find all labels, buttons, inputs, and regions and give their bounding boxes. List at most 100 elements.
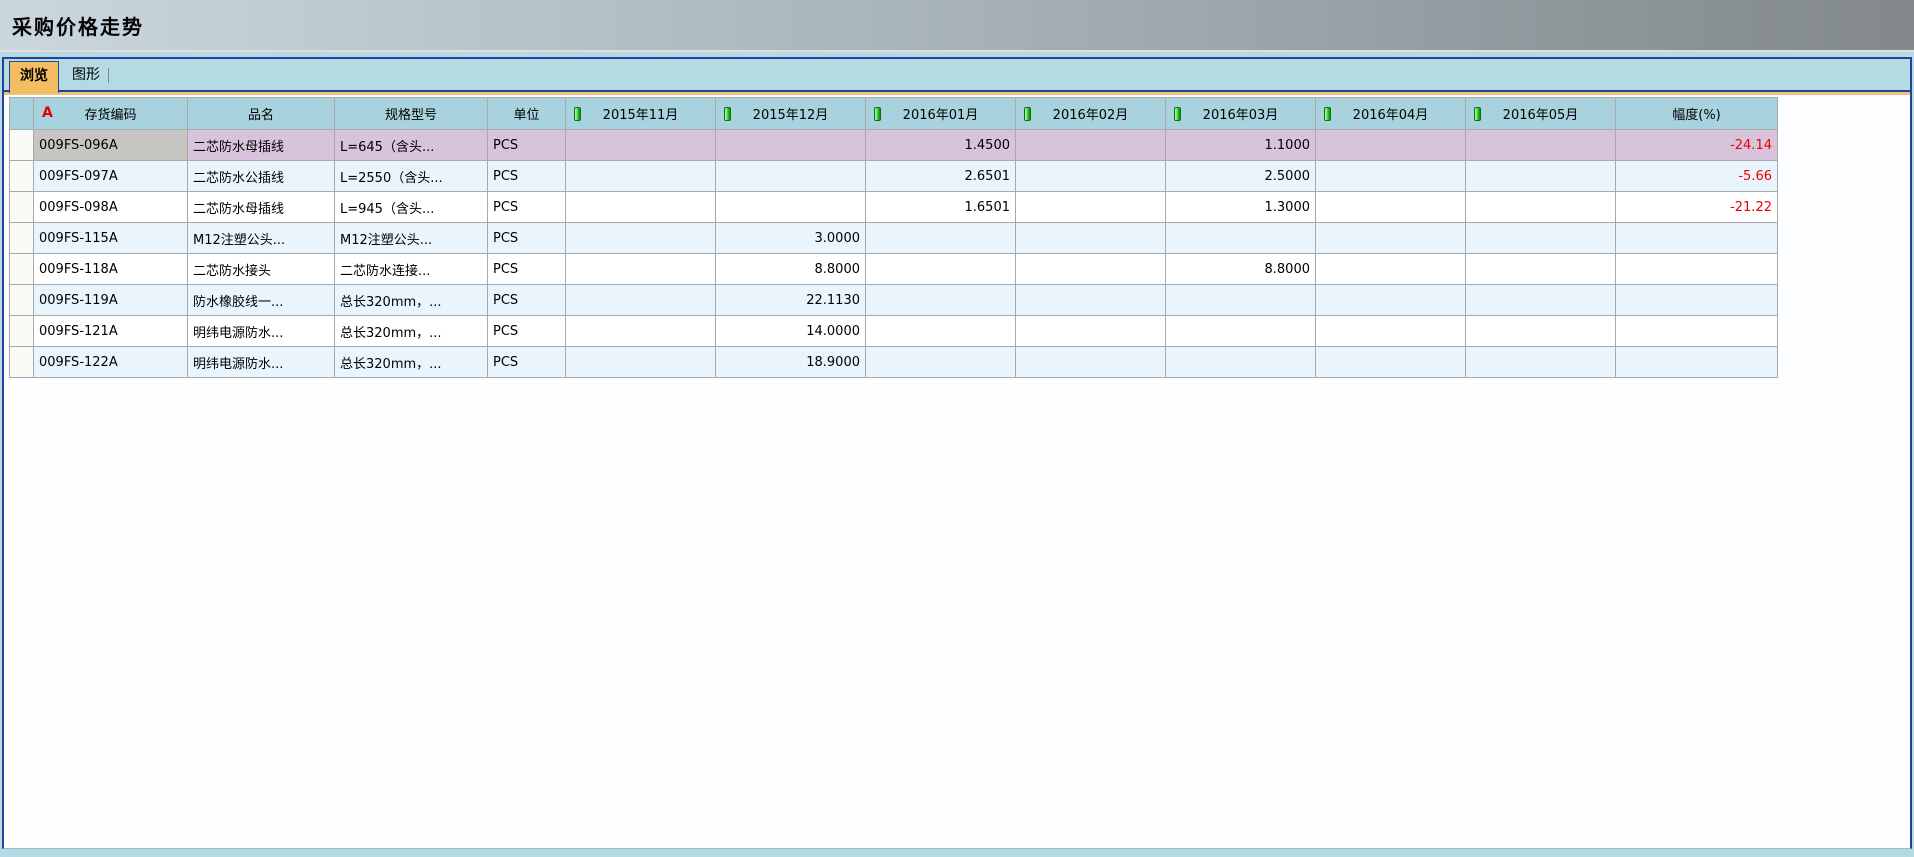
cell-m3[interactable]: 2.6501 — [866, 161, 1016, 192]
cell-name[interactable]: M12注塑公头... — [188, 223, 335, 254]
cell-m2[interactable]: 22.1130 — [716, 285, 866, 316]
cell-m1[interactable] — [566, 192, 716, 223]
cell-name[interactable]: 二芯防水公插线 — [188, 161, 335, 192]
cell-m6[interactable] — [1316, 316, 1466, 347]
cell-m1[interactable] — [566, 223, 716, 254]
col-header-m2[interactable]: 2015年12月 — [716, 98, 866, 130]
cell-rowhdr[interactable] — [10, 347, 34, 378]
cell-m4[interactable] — [1016, 254, 1166, 285]
cell-unit[interactable]: PCS — [488, 254, 566, 285]
cell-m1[interactable] — [566, 316, 716, 347]
cell-code[interactable]: 009FS-115A — [34, 223, 188, 254]
cell-m7[interactable] — [1466, 285, 1616, 316]
cell-spec[interactable]: M12注塑公头... — [335, 223, 488, 254]
cell-m1[interactable] — [566, 285, 716, 316]
cell-unit[interactable]: PCS — [488, 130, 566, 161]
cell-rowhdr[interactable] — [10, 223, 34, 254]
cell-m1[interactable] — [566, 254, 716, 285]
cell-m2[interactable]: 3.0000 — [716, 223, 866, 254]
cell-m5[interactable]: 8.8000 — [1166, 254, 1316, 285]
cell-name[interactable]: 二芯防水接头 — [188, 254, 335, 285]
cell-name[interactable]: 明纬电源防水... — [188, 347, 335, 378]
col-header-m4[interactable]: 2016年02月 — [1016, 98, 1166, 130]
col-header-m6[interactable]: 2016年04月 — [1316, 98, 1466, 130]
cell-unit[interactable]: PCS — [488, 347, 566, 378]
cell-m4[interactable] — [1016, 223, 1166, 254]
cell-range[interactable]: -5.66 — [1616, 161, 1778, 192]
cell-spec[interactable]: L=945（含头... — [335, 192, 488, 223]
cell-m7[interactable] — [1466, 130, 1616, 161]
cell-name[interactable]: 二芯防水母插线 — [188, 192, 335, 223]
cell-range[interactable]: -24.14 — [1616, 130, 1778, 161]
cell-spec[interactable]: L=2550（含头... — [335, 161, 488, 192]
cell-m2[interactable] — [716, 130, 866, 161]
cell-spec[interactable]: 总长320mm，... — [335, 316, 488, 347]
cell-m2[interactable]: 14.0000 — [716, 316, 866, 347]
cell-m7[interactable] — [1466, 223, 1616, 254]
tab-graph[interactable]: 图形 — [62, 61, 110, 90]
cell-code[interactable]: 009FS-122A — [34, 347, 188, 378]
cell-spec[interactable]: L=645（含头... — [335, 130, 488, 161]
cell-m6[interactable] — [1316, 223, 1466, 254]
cell-m5[interactable]: 2.5000 — [1166, 161, 1316, 192]
cell-m4[interactable] — [1016, 347, 1166, 378]
cell-rowhdr[interactable] — [10, 254, 34, 285]
cell-m6[interactable] — [1316, 347, 1466, 378]
cell-code[interactable]: 009FS-118A — [34, 254, 188, 285]
cell-m7[interactable] — [1466, 347, 1616, 378]
cell-m7[interactable] — [1466, 161, 1616, 192]
cell-name[interactable]: 防水橡胶线一... — [188, 285, 335, 316]
cell-rowhdr[interactable] — [10, 192, 34, 223]
col-header-name[interactable]: 品名 — [188, 98, 335, 130]
cell-name[interactable]: 二芯防水母插线 — [188, 130, 335, 161]
cell-m1[interactable] — [566, 130, 716, 161]
cell-m4[interactable] — [1016, 161, 1166, 192]
cell-m1[interactable] — [566, 347, 716, 378]
cell-m3[interactable] — [866, 254, 1016, 285]
cell-m5[interactable]: 1.3000 — [1166, 192, 1316, 223]
cell-m2[interactable]: 18.9000 — [716, 347, 866, 378]
col-header-m5[interactable]: 2016年03月 — [1166, 98, 1316, 130]
cell-range[interactable] — [1616, 223, 1778, 254]
cell-spec[interactable]: 总长320mm，... — [335, 285, 488, 316]
cell-m2[interactable] — [716, 192, 866, 223]
cell-m6[interactable] — [1316, 285, 1466, 316]
cell-rowhdr[interactable] — [10, 316, 34, 347]
cell-m3[interactable] — [866, 223, 1016, 254]
cell-m3[interactable]: 1.6501 — [866, 192, 1016, 223]
cell-m7[interactable] — [1466, 316, 1616, 347]
cell-range[interactable] — [1616, 254, 1778, 285]
cell-unit[interactable]: PCS — [488, 192, 566, 223]
cell-rowhdr[interactable] — [10, 130, 34, 161]
cell-m7[interactable] — [1466, 192, 1616, 223]
cell-range[interactable] — [1616, 285, 1778, 316]
cell-m5[interactable] — [1166, 316, 1316, 347]
cell-rowhdr[interactable] — [10, 285, 34, 316]
col-header-rowhdr[interactable] — [10, 98, 34, 130]
cell-m2[interactable] — [716, 161, 866, 192]
col-header-m3[interactable]: 2016年01月 — [866, 98, 1016, 130]
cell-code[interactable]: 009FS-121A — [34, 316, 188, 347]
cell-unit[interactable]: PCS — [488, 285, 566, 316]
col-header-m7[interactable]: 2016年05月 — [1466, 98, 1616, 130]
cell-m3[interactable] — [866, 285, 1016, 316]
cell-name[interactable]: 明纬电源防水... — [188, 316, 335, 347]
cell-m7[interactable] — [1466, 254, 1616, 285]
col-header-m1[interactable]: 2015年11月 — [566, 98, 716, 130]
cell-range[interactable] — [1616, 347, 1778, 378]
cell-unit[interactable]: PCS — [488, 223, 566, 254]
cell-m4[interactable] — [1016, 316, 1166, 347]
cell-spec[interactable]: 二芯防水连接... — [335, 254, 488, 285]
cell-m4[interactable] — [1016, 285, 1166, 316]
cell-m3[interactable] — [866, 347, 1016, 378]
cell-m4[interactable] — [1016, 130, 1166, 161]
cell-m4[interactable] — [1016, 192, 1166, 223]
cell-code[interactable]: 009FS-097A — [34, 161, 188, 192]
cell-rowhdr[interactable] — [10, 161, 34, 192]
cell-m5[interactable] — [1166, 285, 1316, 316]
cell-unit[interactable]: PCS — [488, 161, 566, 192]
col-header-spec[interactable]: 规格型号 — [335, 98, 488, 130]
cell-m3[interactable]: 1.4500 — [866, 130, 1016, 161]
cell-code[interactable]: 009FS-098A — [34, 192, 188, 223]
col-header-range[interactable]: 幅度(%) — [1616, 98, 1778, 130]
